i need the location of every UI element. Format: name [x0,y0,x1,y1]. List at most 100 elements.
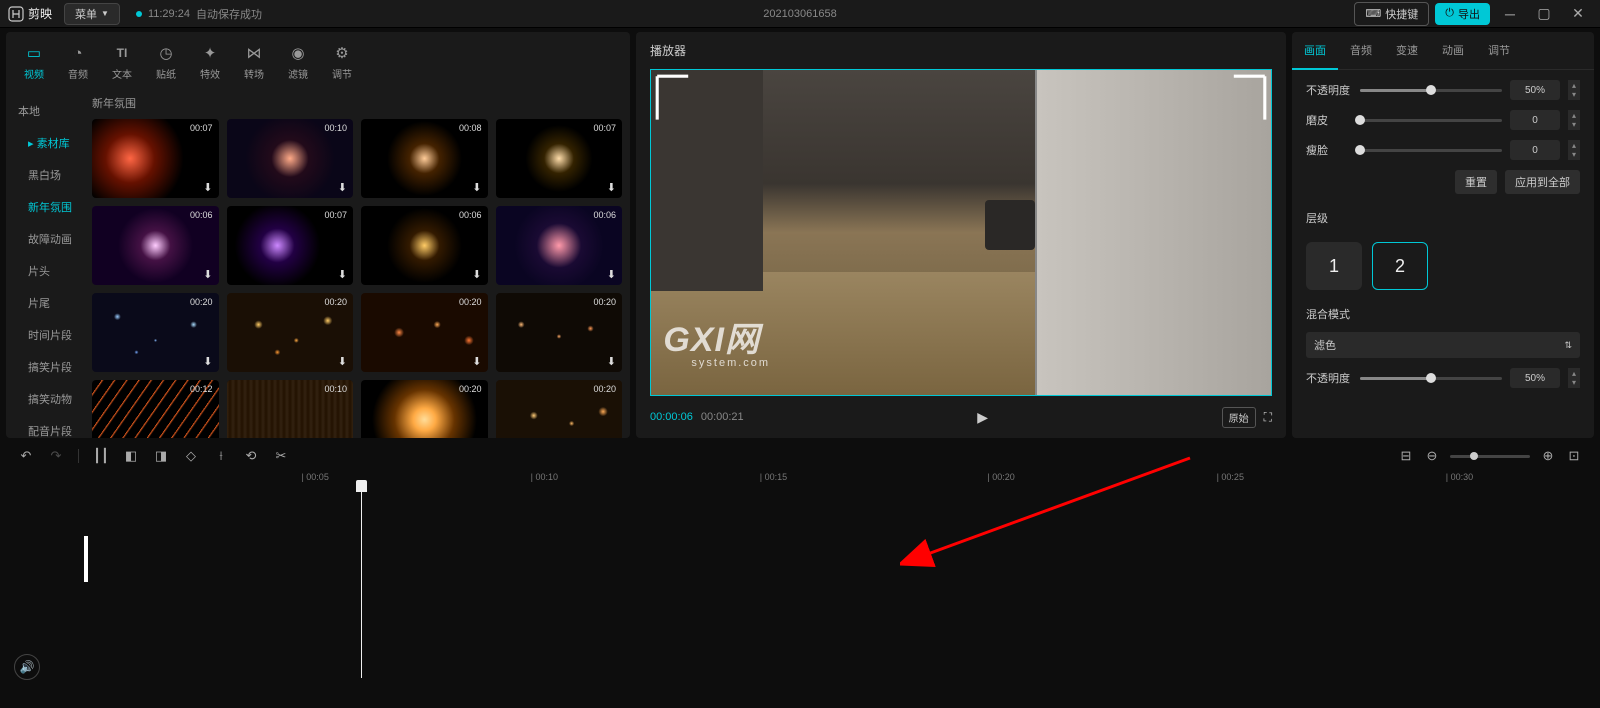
timeline-tracks[interactable]: 新年氛围20.5s 新年氛围20.5s 公交车实拍.mp47.7s [86,488,1574,678]
media-clip[interactable]: 00:06⬇ [496,206,623,285]
reset-button[interactable]: 重置 [1455,170,1497,194]
insp-tab-animation[interactable]: 动画 [1430,32,1476,69]
media-clip[interactable]: 00:12⬇ [92,380,219,438]
media-clip[interactable]: 00:06⬇ [361,206,488,285]
original-ratio-button[interactable]: 原始 [1222,407,1256,428]
media-tab-effect[interactable]: ✦特效 [188,40,232,89]
download-icon[interactable]: ⬇ [338,181,347,194]
insp-tab-picture[interactable]: 画面 [1292,32,1338,70]
apply-all-button[interactable]: 应用到全部 [1505,170,1580,194]
download-icon[interactable]: ⬇ [607,268,616,281]
cat-outro[interactable]: 片尾 [6,287,88,319]
media-tab-audio[interactable]: ◔音频 [56,40,100,89]
insp-tab-speed[interactable]: 变速 [1384,32,1430,69]
timeline-mode-button[interactable]: ⊟ [1398,448,1414,464]
media-clip[interactable]: 00:07⬇ [92,119,219,198]
opacity2-stepper[interactable]: ▴▾ [1568,368,1580,388]
opacity-slider[interactable] [1360,89,1502,92]
play-button[interactable]: ▶ [977,409,988,426]
media-tab-transition[interactable]: ⋈转场 [232,40,276,89]
media-clip[interactable]: 00:07⬇ [496,119,623,198]
insp-tab-adjust[interactable]: 调节 [1476,32,1522,69]
media-clip[interactable]: 00:20⬇ [361,380,488,438]
insp-tab-audio[interactable]: 音频 [1338,32,1384,69]
download-icon[interactable]: ⬇ [203,181,212,194]
media-clip[interactable]: 00:06⬇ [92,206,219,285]
download-icon[interactable]: ⬇ [472,181,481,194]
minimize-button[interactable]: ─ [1496,4,1524,24]
cat-funnyanimal[interactable]: 搞笑动物 [6,383,88,415]
playhead[interactable] [361,488,362,678]
media-clip[interactable]: 00:08⬇ [361,119,488,198]
undo-button[interactable]: ↶ [18,448,34,464]
opacity2-value[interactable]: 50% [1510,368,1560,388]
opacity-stepper[interactable]: ▴▾ [1568,80,1580,100]
media-clip[interactable]: 00:20⬇ [92,293,219,372]
delete-left-button[interactable]: ◧ [123,448,139,464]
crop-button[interactable]: ✂ [273,448,289,464]
export-button[interactable]: ⏻ 导出 [1435,3,1490,25]
freeze-button[interactable]: ◇ [183,448,199,464]
slim-slider[interactable] [1360,149,1502,152]
player-viewport[interactable]: GXI网 system.com [650,69,1272,396]
split-button[interactable]: ┃┃ [93,448,109,464]
media-tab-text[interactable]: TI文本 [100,40,144,89]
media-tab-video[interactable]: ▭视频 [12,40,56,89]
cat-voiceover[interactable]: 配音片段 [6,415,88,438]
download-icon[interactable]: ⬇ [338,268,347,281]
download-icon[interactable]: ⬇ [607,355,616,368]
maximize-button[interactable]: ▢ [1530,4,1558,24]
redo-button[interactable]: ↷ [48,448,64,464]
download-icon[interactable]: ⬇ [472,355,481,368]
cat-local[interactable]: 本地 [6,95,88,127]
zoom-slider[interactable] [1450,455,1530,458]
media-content: 新年氛围 00:07⬇ 00:10⬇ 00:08⬇ 00:07⬇ 00:06⬇ … [88,89,630,438]
mirror-button[interactable]: ⟊ [213,448,229,464]
zoom-fit-button[interactable]: ⊡ [1566,448,1582,464]
mute-track-button[interactable]: 🔊 [14,654,40,680]
smooth-value[interactable]: 0 [1510,110,1560,130]
cat-funny[interactable]: 搞笑片段 [6,351,88,383]
cat-newyear[interactable]: 新年氛围 [6,191,88,223]
cat-library[interactable]: ▸ 素材库 [6,127,88,159]
media-tab-adjust[interactable]: ⚙调节 [320,40,364,89]
media-clip[interactable]: 00:07⬇ [227,206,354,285]
cat-intro[interactable]: 片头 [6,255,88,287]
cat-glitch[interactable]: 故障动画 [6,223,88,255]
cat-time[interactable]: 时间片段 [6,319,88,351]
shortcuts-button[interactable]: ⌨ 快捷键 [1354,2,1429,26]
cat-blackwhite[interactable]: 黑白场 [6,159,88,191]
media-clip[interactable]: 00:20⬇ [227,293,354,372]
fullscreen-button[interactable]: ⛶ [1264,410,1272,425]
zoom-out-button[interactable]: ⊖ [1424,448,1440,464]
download-icon[interactable]: ⬇ [472,268,481,281]
download-icon[interactable]: ⬇ [338,355,347,368]
close-button[interactable]: ✕ [1564,4,1592,24]
zoom-in-button[interactable]: ⊕ [1540,448,1556,464]
smooth-stepper[interactable]: ▴▾ [1568,110,1580,130]
layer-2-button[interactable]: 2 [1372,242,1428,290]
opacity2-slider[interactable] [1360,377,1502,380]
delete-right-button[interactable]: ◨ [153,448,169,464]
smooth-slider[interactable] [1360,119,1502,122]
download-icon[interactable]: ⬇ [203,268,212,281]
opacity-value[interactable]: 50% [1510,80,1560,100]
media-tab-sticker[interactable]: ◷贴纸 [144,40,188,89]
download-icon[interactable]: ⬇ [203,355,212,368]
media-clip[interactable]: 00:10⬇ [227,119,354,198]
slim-value[interactable]: 0 [1510,140,1560,160]
blend-mode-select[interactable]: 滤色⇅ [1306,332,1580,358]
media-clip[interactable]: 00:20⬇ [496,293,623,372]
video-icon: ▭ [25,44,43,62]
download-icon[interactable]: ⬇ [607,181,616,194]
player-title: 播放器 [636,32,1286,69]
media-clip[interactable]: 00:20⬇ [361,293,488,372]
layer-1-button[interactable]: 1 [1306,242,1362,290]
timeline-ruler[interactable]: | 00:05 | 00:10 | 00:15 | 00:20 | 00:25 … [86,470,1574,488]
media-clip[interactable]: 00:20⬇ [496,380,623,438]
media-clip[interactable]: 00:10⬇ [227,380,354,438]
media-tab-filter[interactable]: ◉滤镜 [276,40,320,89]
slim-stepper[interactable]: ▴▾ [1568,140,1580,160]
menu-button[interactable]: 菜单▼ [64,3,120,25]
rotate-button[interactable]: ⟲ [243,448,259,464]
